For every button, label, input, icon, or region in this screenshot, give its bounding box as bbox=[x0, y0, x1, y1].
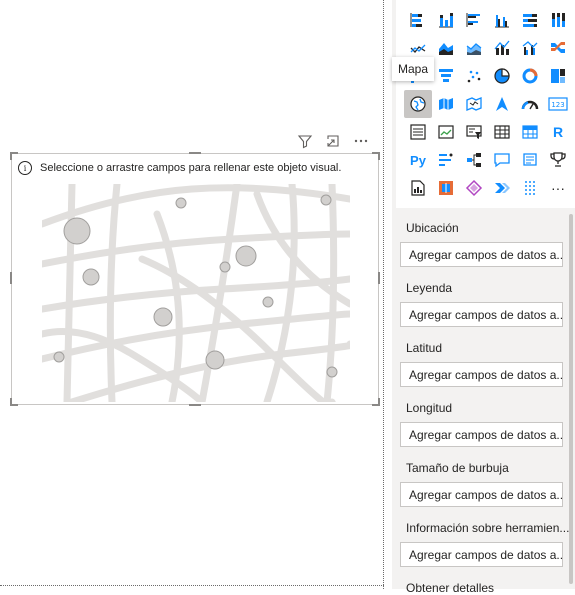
svg-text:Py: Py bbox=[410, 153, 427, 168]
filter-icon[interactable] bbox=[296, 132, 314, 150]
well-label-tooltips: Información sobre herramien... bbox=[406, 521, 570, 535]
ribbon-chart-icon[interactable] bbox=[544, 34, 572, 62]
donut-chart-icon[interactable] bbox=[516, 62, 544, 90]
power-automate-flow-icon[interactable] bbox=[488, 174, 516, 202]
map-placeholder-illustration bbox=[42, 184, 350, 402]
map-visual[interactable]: i Seleccione o arrastre campos para rell… bbox=[10, 152, 380, 406]
latitud-drop-zone[interactable]: Agregar campos de datos a... bbox=[400, 362, 563, 387]
resize-handle[interactable] bbox=[10, 272, 12, 284]
tooltip-text: Mapa bbox=[397, 62, 429, 76]
focus-mode-icon[interactable] bbox=[324, 132, 342, 150]
smart-narrative-icon[interactable] bbox=[516, 146, 544, 174]
svg-text:R: R bbox=[553, 124, 563, 140]
svg-text:123: 123 bbox=[551, 101, 564, 109]
funnel-chart-icon[interactable] bbox=[432, 62, 460, 90]
info-text: Seleccione o arrastre campos para rellen… bbox=[40, 162, 342, 174]
line-and-stacked-column-chart-icon[interactable] bbox=[488, 34, 516, 62]
visual-info-message: i Seleccione o arrastre campos para rell… bbox=[18, 161, 341, 175]
well-label-ubicacion: Ubicación bbox=[406, 221, 459, 235]
stacked-area-chart-icon[interactable] bbox=[460, 34, 488, 62]
multi-row-card-icon[interactable] bbox=[404, 118, 432, 146]
resize-handle[interactable] bbox=[10, 152, 12, 160]
resize-handle[interactable] bbox=[189, 152, 201, 154]
azure-map-icon[interactable] bbox=[488, 90, 516, 118]
power-automate-icon[interactable] bbox=[460, 174, 488, 202]
well-label-leyenda: Leyenda bbox=[406, 281, 453, 295]
canvas-boundary-bottom bbox=[0, 585, 384, 586]
area-chart-icon[interactable] bbox=[432, 34, 460, 62]
resize-handle[interactable] bbox=[378, 152, 380, 160]
shape-map-icon[interactable] bbox=[460, 90, 488, 118]
kpi-icon[interactable] bbox=[432, 118, 460, 146]
100-stacked-column-chart-icon[interactable] bbox=[544, 6, 572, 34]
well-label-latitud: Latitud bbox=[406, 341, 443, 355]
goals-icon[interactable] bbox=[544, 146, 572, 174]
scatter-chart-icon[interactable] bbox=[460, 62, 488, 90]
clustered-bar-chart-icon[interactable] bbox=[460, 6, 488, 34]
well-label-longitud: Longitud bbox=[406, 401, 453, 415]
python-visual-icon[interactable]: Py bbox=[404, 146, 432, 174]
map-icon[interactable] bbox=[404, 90, 432, 118]
treemap-icon[interactable] bbox=[544, 62, 572, 90]
longitud-drop-zone[interactable]: Agregar campos de datos a... bbox=[400, 422, 563, 447]
info-icon: i bbox=[18, 161, 32, 175]
visual-gallery: 123 R Py ··· bbox=[396, 0, 575, 208]
stacked-column-chart-icon[interactable] bbox=[432, 6, 460, 34]
visual-header bbox=[296, 132, 370, 150]
table-icon[interactable] bbox=[488, 118, 516, 146]
qa-visual-icon[interactable] bbox=[488, 146, 516, 174]
resize-handle[interactable] bbox=[378, 398, 380, 406]
decomposition-tree-icon[interactable] bbox=[460, 146, 488, 174]
line-and-clustered-column-chart-icon[interactable] bbox=[516, 34, 544, 62]
well-label-tamano-burbuja: Tamaño de burbuja bbox=[406, 461, 509, 475]
matrix-icon[interactable] bbox=[516, 118, 544, 146]
paginated-report-icon[interactable] bbox=[404, 174, 432, 202]
leyenda-drop-zone[interactable]: Agregar campos de datos a... bbox=[400, 302, 563, 327]
ellipsis-label: ··· bbox=[551, 180, 565, 196]
resize-handle[interactable] bbox=[10, 398, 12, 406]
slicer-icon[interactable] bbox=[460, 118, 488, 146]
resize-handle[interactable] bbox=[189, 404, 201, 406]
filled-map-icon[interactable] bbox=[432, 90, 460, 118]
visual-tooltip: Mapa bbox=[392, 57, 434, 81]
power-apps-icon[interactable] bbox=[432, 174, 460, 202]
card-icon[interactable]: 123 bbox=[544, 90, 572, 118]
gauge-icon[interactable] bbox=[516, 90, 544, 118]
more-visuals-icon[interactable] bbox=[516, 174, 544, 202]
tamano-burbuja-drop-zone[interactable]: Agregar campos de datos a... bbox=[400, 482, 563, 507]
clustered-column-chart-icon[interactable] bbox=[488, 6, 516, 34]
pie-chart-icon[interactable] bbox=[488, 62, 516, 90]
fields-scrollbar[interactable] bbox=[569, 214, 573, 584]
stacked-bar-chart-icon[interactable] bbox=[404, 6, 432, 34]
canvas-boundary bbox=[383, 0, 384, 589]
well-label-obtener-detalles: Obtener detalles bbox=[406, 581, 495, 595]
100-stacked-bar-chart-icon[interactable] bbox=[516, 6, 544, 34]
tooltips-drop-zone[interactable]: Agregar campos de datos a... bbox=[400, 542, 563, 567]
r-script-visual-icon[interactable]: R bbox=[544, 118, 572, 146]
key-influencers-icon[interactable] bbox=[432, 146, 460, 174]
resize-handle[interactable] bbox=[378, 272, 380, 284]
ubicacion-drop-zone[interactable]: Agregar campos de datos a... bbox=[400, 242, 563, 267]
more-options-icon[interactable] bbox=[352, 132, 370, 150]
ellipsis-icon[interactable]: ··· bbox=[544, 174, 572, 202]
